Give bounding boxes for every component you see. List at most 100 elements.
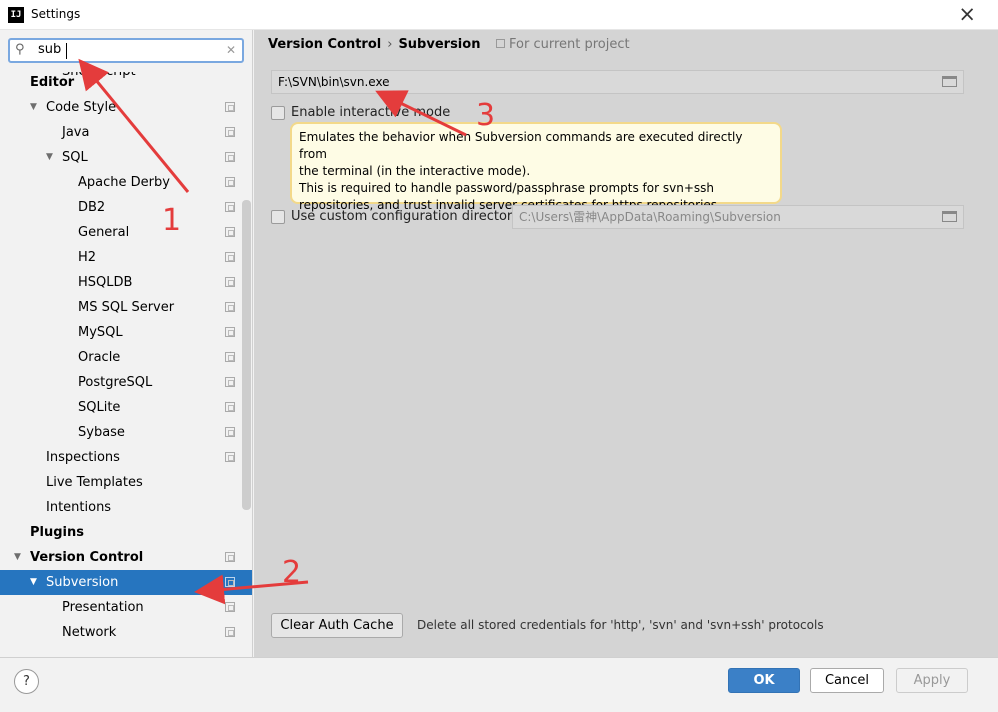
- tree-item-oracle[interactable]: Oracle: [0, 345, 252, 370]
- interactive-mode-checkbox[interactable]: [271, 106, 285, 120]
- custom-config-label[interactable]: Use custom configuration directory:: [291, 209, 523, 224]
- close-icon[interactable]: ×: [958, 2, 976, 26]
- project-scope-icon: [225, 327, 235, 337]
- project-scope-icon: [225, 277, 235, 287]
- project-scope-icon: [225, 427, 235, 437]
- tree-item-hsqldb[interactable]: HSQLDB: [0, 270, 252, 295]
- project-scope-icon: [225, 127, 235, 137]
- settings-tree: Shell ScriptEditor▼Code StyleJava▼SQLApa…: [0, 72, 252, 657]
- svn-executable-field[interactable]: F:\SVN\bin\svn.exe: [271, 70, 964, 94]
- tree-item-label: Apache Derby: [78, 175, 170, 190]
- tree-item-ms-sql-server[interactable]: MS SQL Server: [0, 295, 252, 320]
- sidebar-scrollbar[interactable]: [242, 200, 251, 510]
- tooltip-line: This is required to handle password/pass…: [299, 181, 714, 195]
- tree-item-postgresql[interactable]: PostgreSQL: [0, 370, 252, 395]
- project-scope-icon: [225, 227, 235, 237]
- project-scope-icon: [225, 352, 235, 362]
- tree-item-label: SQLite: [78, 400, 121, 415]
- tree-item-label: PostgreSQL: [78, 375, 153, 390]
- dialog-footer: ? OK Cancel Apply: [0, 657, 998, 712]
- help-button[interactable]: ?: [14, 669, 39, 694]
- search-field[interactable]: ⚲ sub ✕: [8, 38, 244, 63]
- interactive-mode-tooltip: Emulates the behavior when Subversion co…: [290, 122, 782, 212]
- project-scope-icon: [225, 552, 235, 562]
- tree-item-sql[interactable]: ▼ SQL: [0, 145, 252, 170]
- project-scope-icon: [225, 577, 235, 587]
- tree-item-java[interactable]: Java: [0, 120, 252, 145]
- folder-icon[interactable]: [942, 76, 957, 87]
- expand-arrow-icon[interactable]: ▼: [30, 570, 37, 595]
- tree-item-code-style[interactable]: ▼ Code Style: [0, 95, 252, 120]
- search-icon: ⚲: [15, 42, 25, 57]
- tree-item-label: Plugins: [30, 525, 84, 540]
- custom-config-checkbox[interactable]: [271, 210, 285, 224]
- tooltip-line: the terminal (in the interactive mode).: [299, 164, 531, 178]
- settings-sidebar: ⚲ sub ✕ Shell ScriptEditor▼Code StyleJav…: [0, 30, 253, 657]
- expand-arrow-icon[interactable]: ▼: [14, 545, 21, 570]
- tree-item-label: MS SQL Server: [78, 300, 175, 315]
- tree-item-live-templates[interactable]: Live Templates: [0, 470, 252, 495]
- tree-item-label: SQL: [62, 150, 88, 165]
- tree-item-label: DB2: [78, 200, 106, 215]
- tree-item-label: Version Control: [30, 550, 144, 565]
- tree-item-plugins[interactable]: Plugins: [0, 520, 252, 545]
- tree-item-network[interactable]: Network: [0, 620, 252, 645]
- tree-item-label: Live Templates: [46, 475, 143, 490]
- scope-label: For current project: [496, 37, 630, 52]
- expand-arrow-icon[interactable]: ▼: [30, 95, 37, 120]
- tree-item-sqlite[interactable]: SQLite: [0, 395, 252, 420]
- tree-item-label: Presentation: [62, 600, 144, 615]
- cancel-button[interactable]: Cancel: [810, 668, 884, 693]
- annotation-number-2: 2: [282, 555, 302, 590]
- tree-item-general[interactable]: General: [0, 220, 252, 245]
- custom-config-value[interactable]: C:\Users\雷神\AppData\Roaming\Subversion: [519, 210, 781, 224]
- tree-item-mysql[interactable]: MySQL: [0, 320, 252, 345]
- search-input[interactable]: sub: [38, 42, 61, 57]
- tree-item-label: Network: [62, 625, 117, 640]
- clear-auth-cache-button[interactable]: Clear Auth Cache: [271, 613, 403, 638]
- tree-item-label: Sybase: [78, 425, 125, 440]
- clear-icon[interactable]: ✕: [226, 43, 236, 57]
- window-title: Settings: [31, 7, 81, 21]
- breadcrumb-parent[interactable]: Version Control: [268, 37, 381, 52]
- tree-item-label: Code Style: [46, 100, 117, 115]
- tree-item-label: Intentions: [46, 500, 112, 515]
- expand-arrow-icon[interactable]: ▼: [46, 145, 53, 170]
- tree-item-db2[interactable]: DB2: [0, 195, 252, 220]
- annotation-number-1: 1: [162, 203, 182, 238]
- tree-item-inspections[interactable]: Inspections: [0, 445, 252, 470]
- tree-item-apache-derby[interactable]: Apache Derby: [0, 170, 252, 195]
- custom-config-field[interactable]: C:\Users\雷神\AppData\Roaming\Subversion: [512, 205, 964, 229]
- project-scope-icon: [225, 202, 235, 212]
- project-scope-icon: [496, 39, 505, 48]
- tree-item-label: Inspections: [46, 450, 120, 465]
- tree-item-intentions[interactable]: Intentions: [0, 495, 252, 520]
- breadcrumb: Version Control › Subversion: [268, 37, 480, 52]
- title-bar: IJ Settings ×: [0, 0, 998, 30]
- tree-item-sybase[interactable]: Sybase: [0, 420, 252, 445]
- project-scope-icon: [225, 152, 235, 162]
- project-scope-icon: [225, 402, 235, 412]
- tree-item-label: Oracle: [78, 350, 121, 365]
- apply-button[interactable]: Apply: [896, 668, 968, 693]
- settings-content: Version Control › Subversion For current p…: [254, 30, 998, 657]
- interactive-mode-label[interactable]: Enable interactive mode: [291, 105, 450, 120]
- project-scope-icon: [225, 302, 235, 312]
- ok-button[interactable]: OK: [728, 668, 800, 693]
- folder-icon[interactable]: [942, 211, 957, 222]
- project-scope-icon: [225, 377, 235, 387]
- tree-item-version-control[interactable]: ▼ Version Control: [0, 545, 252, 570]
- tree-item-label: H2: [78, 250, 97, 265]
- tree-item-presentation[interactable]: Presentation: [0, 595, 252, 620]
- tooltip-line: Emulates the behavior when Subversion co…: [299, 130, 743, 161]
- project-scope-icon: [225, 602, 235, 612]
- intellij-app-icon: IJ: [8, 7, 24, 23]
- svn-executable-value[interactable]: F:\SVN\bin\svn.exe: [278, 75, 390, 89]
- tree-item-subversion[interactable]: ▼ Subversion: [0, 570, 252, 595]
- tree-item-label: HSQLDB: [78, 275, 133, 290]
- tree-item-editor[interactable]: Editor: [0, 72, 252, 95]
- annotation-number-3: 3: [476, 98, 496, 133]
- text-cursor: [66, 43, 67, 59]
- tree-item-h2[interactable]: H2: [0, 245, 252, 270]
- breadcrumb-separator: ›: [387, 37, 393, 52]
